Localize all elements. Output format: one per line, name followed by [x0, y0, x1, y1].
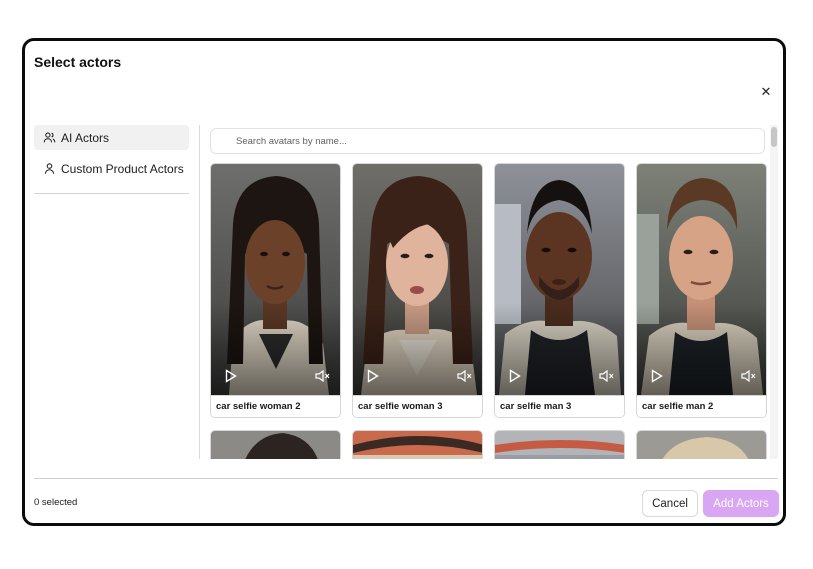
mute-icon[interactable]	[741, 370, 757, 382]
actor-video-thumbnail[interactable]	[353, 431, 483, 459]
actor-video-thumbnail[interactable]	[353, 164, 482, 395]
actor-card[interactable]: car selfie man 3	[494, 163, 625, 418]
mute-icon[interactable]	[599, 370, 615, 382]
sidebar-item-custom-product-actors[interactable]: Custom Product Actors	[34, 156, 189, 181]
play-icon[interactable]	[651, 369, 663, 383]
actor-card[interactable]	[494, 430, 625, 459]
select-actors-dialog: Select actors ✕ AI Actors Custom Product…	[22, 38, 786, 526]
play-icon[interactable]	[509, 369, 521, 383]
actor-card[interactable]: car selfie man 2	[636, 163, 767, 418]
play-icon[interactable]	[225, 369, 237, 383]
dialog-title: Select actors	[34, 54, 122, 70]
actor-card[interactable]	[352, 430, 483, 459]
actor-video-thumbnail[interactable]	[495, 164, 624, 395]
scrollbar-thumb[interactable]	[771, 127, 777, 147]
actor-name: car selfie man 2	[637, 395, 766, 417]
mute-icon[interactable]	[457, 370, 473, 382]
actor-name: car selfie woman 2	[211, 395, 340, 417]
actor-video-thumbnail[interactable]	[495, 431, 625, 459]
add-actors-button[interactable]: Add Actors	[703, 490, 779, 517]
mute-icon[interactable]	[315, 370, 331, 382]
sidebar: AI Actors Custom Product Actors	[34, 125, 189, 194]
panel-divider	[199, 125, 200, 459]
scrollbar[interactable]	[770, 125, 778, 459]
sidebar-item-label: AI Actors	[61, 130, 110, 145]
actor-name: car selfie woman 3	[353, 395, 482, 417]
play-icon[interactable]	[367, 369, 379, 383]
search-input[interactable]	[210, 128, 765, 154]
actor-card[interactable]: car selfie woman 3	[352, 163, 483, 418]
sidebar-item-label: Custom Product Actors	[61, 161, 184, 176]
users-icon	[37, 131, 61, 144]
actor-video-thumbnail[interactable]	[211, 164, 340, 395]
actor-card[interactable]	[636, 430, 767, 459]
user-icon	[37, 162, 61, 175]
actor-card[interactable]	[210, 430, 341, 459]
actor-video-thumbnail[interactable]	[211, 431, 341, 459]
actor-video-thumbnail[interactable]	[637, 431, 767, 459]
close-icon[interactable]: ✕	[758, 84, 774, 100]
footer-divider	[34, 478, 778, 479]
actor-grid: car selfie woman 2 car selfie woman 3 ca…	[210, 163, 768, 459]
actor-video-thumbnail[interactable]	[637, 164, 766, 395]
cancel-button[interactable]: Cancel	[642, 490, 698, 517]
actor-name: car selfie man 3	[495, 395, 624, 417]
sidebar-item-ai-actors[interactable]: AI Actors	[34, 125, 189, 150]
selected-count: 0 selected	[34, 497, 78, 508]
actor-card[interactable]: car selfie woman 2	[210, 163, 341, 418]
